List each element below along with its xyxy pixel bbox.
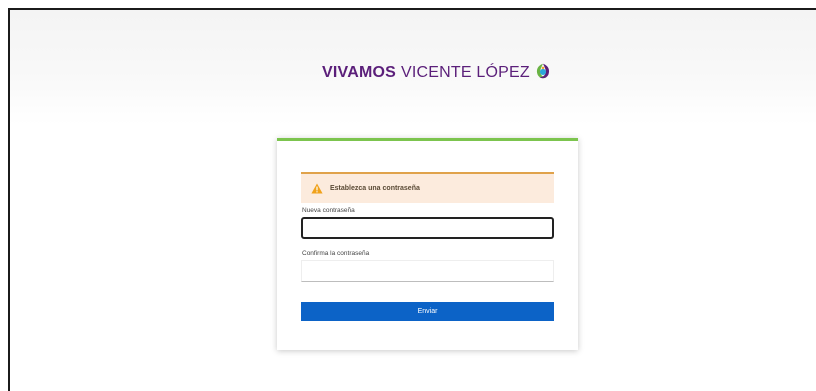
logo-mark-icon: [536, 63, 549, 78]
brand-logo: VIVAMOS VICENTE LÓPEZ: [322, 61, 552, 85]
page-frame: VIVAMOS VICENTE LÓPEZ Establezca una con…: [8, 8, 816, 391]
logo-text-bold: VIVAMOS: [322, 64, 397, 81]
password-card: Establezca una contraseña Nueva contrase…: [277, 138, 578, 350]
submit-button[interactable]: Enviar: [301, 302, 554, 321]
warning-icon: [311, 183, 323, 194]
confirm-password-input[interactable]: [301, 260, 554, 282]
warning-alert: Establezca una contraseña: [301, 172, 554, 203]
new-password-input[interactable]: [301, 217, 554, 239]
new-password-label: Nueva contraseña: [302, 207, 355, 214]
confirm-password-label: Confirma la contraseña: [302, 250, 370, 257]
logo-text-light: VICENTE LÓPEZ: [401, 64, 530, 81]
alert-message: Establezca una contraseña: [330, 185, 420, 192]
